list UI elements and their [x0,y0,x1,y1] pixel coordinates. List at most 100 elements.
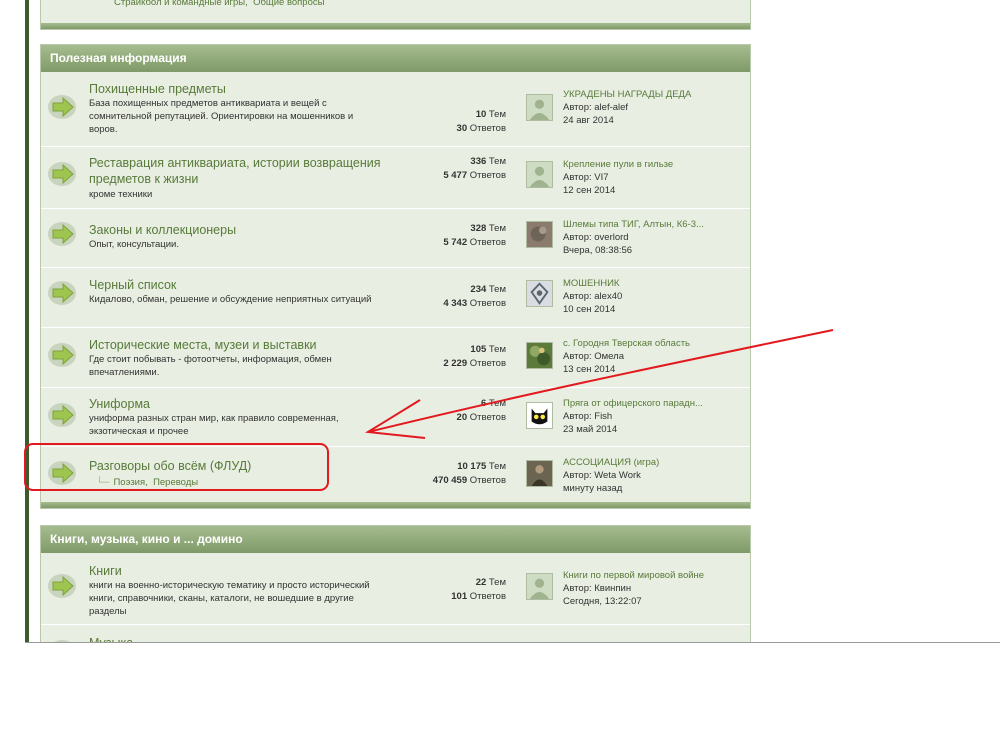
forum-arrow-icon[interactable] [47,280,78,306]
forum-title-link[interactable]: Законы и коллекционеры [89,222,409,238]
forum-arrow-icon[interactable] [47,460,78,486]
last-post-author[interactable]: Автор: Fish [563,410,743,423]
forum-page: Страйкбол и командные игры, Общие вопрос… [0,0,1000,642]
forum-row: Униформа униформа разных стран мир, как п… [41,388,750,447]
last-post-info: УКРАДЕНЫ НАГРАДЫ ДЕДА Автор: alef-alef 24 … [563,88,743,127]
forum-stats: 6 Тем 20 Ответов [406,397,506,424]
last-post-author[interactable]: Автор: alex40 [563,290,743,303]
forum-title-link[interactable]: Разговоры обо всём (ФЛУД) [89,458,409,474]
forum-arrow-icon[interactable] [47,161,78,187]
last-post-author[interactable]: Автор: Омела [563,350,743,363]
forum-arrow-icon[interactable] [47,342,78,368]
posts-label: Ответов [469,169,506,181]
forum-title-link[interactable]: Черный список [89,277,409,293]
last-post-author[interactable]: Автор: VI7 [563,171,743,184]
topics-label: Тем [488,156,506,167]
last-post-author[interactable]: Автор: overlord [563,231,743,244]
forum-arrow-icon[interactable] [47,94,78,120]
topics-label: Тем [488,398,506,409]
forum-description: кроме техники [89,189,153,200]
forum-row: Музыка [41,625,750,642]
forum-arrow-icon[interactable] [47,573,78,599]
forum-title-link[interactable]: Книги [89,563,409,579]
last-post-title-link[interactable]: Шлемы типа ТИГ, Алтын, К6-3... [563,218,743,231]
forum-row: Разговоры обо всём (ФЛУД) └─ Поэзия, Перев… [41,447,750,505]
forum-title-link[interactable]: Униформа [89,396,409,412]
last-post-title-link[interactable]: УКРАДЕНЫ НАГРАДЫ ДЕДА [563,88,743,101]
default-avatar[interactable] [526,573,553,600]
forum-stats: 328 Тем 5 742 Ответов [406,222,506,249]
forum-title-link[interactable]: Музыка [89,635,409,642]
last-post-info: АССОЦИАЦИЯ (игра) Автор: Weta Work минуту … [563,456,743,495]
topics-count: 22 [475,577,487,588]
section-header[interactable]: Полезная информация [41,45,750,72]
forum-stats: 10 Тем 30 Ответов [406,108,506,135]
last-post-title-link[interactable]: с. Городня Тверская область [563,337,743,350]
last-post-title-link[interactable]: МОШЕННИК [563,277,743,290]
subforum-link[interactable]: Поэзия [113,477,145,488]
forum-row: Похищенные предметы База похищенных предм… [41,72,750,147]
topics-count: 10 [475,109,487,120]
topics-label: Тем [488,223,506,234]
last-post-date: 23 май 2014 [563,424,618,435]
section-footer-bar [41,502,750,508]
posts-count: 4 343 [443,297,468,309]
last-post-info: с. Городня Тверская область Автор: Омела 1… [563,337,743,376]
forum-arrow-icon[interactable] [47,402,78,428]
cat-avatar[interactable] [526,402,553,429]
last-post-date: минуту назад [563,483,623,494]
forum-description: книги на военно-историческую тематику и … [89,580,370,617]
last-post-title-link[interactable]: АССОЦИАЦИЯ (игра) [563,456,743,469]
last-post-info: Книги по первой мировой войне Автор: Квин… [563,569,743,608]
subforum-link[interactable]: Переводы [153,477,198,488]
topics-count: 336 [470,156,487,167]
forum-arrow-icon[interactable] [47,221,78,247]
topics-count: 328 [470,223,487,234]
page-left-border [25,0,29,642]
nature-avatar[interactable] [526,342,553,369]
last-post-author[interactable]: Автор: Квинпин [563,582,743,595]
posts-count: 5 742 [443,236,468,248]
topics-label: Тем [488,461,506,472]
forum-stats: 10 175 Тем 470 459 Ответов [406,460,506,487]
topics-count: 6 [480,398,487,409]
forum-title-link[interactable]: Похищенные предметы [89,81,409,97]
default-avatar[interactable] [526,161,553,188]
posts-label: Ответов [469,122,506,134]
subforum-link-airsoft[interactable]: Страйкбол и командные игры [114,0,245,8]
previous-subforums: Страйкбол и командные игры, Общие вопрос… [114,0,324,8]
default-avatar[interactable] [526,94,553,121]
posts-label: Ответов [469,411,506,423]
forum-row: Реставрация антиквариата, истории возвра… [41,147,750,209]
last-post-date: 12 сен 2014 [563,185,616,196]
posts-count: 30 [456,122,468,134]
forum-title-link[interactable]: Исторические места, музеи и выставки [89,337,409,353]
subforum-link-general[interactable]: Общие вопросы [253,0,324,8]
last-post-info: Шлемы типа ТИГ, Алтын, К6-3... Автор: ove… [563,218,743,257]
section-books-music: Книги, музыка, кино и ... домино Книги кн… [40,525,751,642]
photo-avatar[interactable] [526,221,553,248]
last-post-title-link[interactable]: Крепление пули в гильзе [563,158,743,171]
last-post-info: МОШЕННИК Автор: alex40 10 сен 2014 [563,277,743,316]
person-avatar[interactable] [526,460,553,487]
section-useful-info: Полезная информация Похищенные предметы Б… [40,44,751,509]
section-header[interactable]: Книги, музыка, кино и ... домино [41,526,750,553]
last-post-title-link[interactable]: Пряга от офицерского парадн... [563,397,743,410]
topics-label: Тем [488,284,506,295]
forum-title-link[interactable]: Реставрация антиквариата, истории возвра… [89,155,409,187]
last-post-author[interactable]: Автор: Weta Work [563,469,743,482]
posts-count: 20 [456,411,468,423]
forum-stats: 22 Тем 101 Ответов [406,576,506,603]
posts-count: 2 229 [443,357,468,369]
posts-count: 101 [451,590,468,602]
posts-label: Ответов [469,474,506,486]
emblem-avatar[interactable] [526,280,553,307]
last-post-info: Крепление пули в гильзе Автор: VI7 12 сен … [563,158,743,197]
last-post-date: 13 сен 2014 [563,364,616,375]
last-post-author[interactable]: Автор: alef-alef [563,101,743,114]
last-post-info: Пряга от офицерского парадн... Автор: Fis… [563,397,743,436]
topics-count: 10 175 [457,461,487,472]
posts-count: 5 477 [443,169,468,181]
posts-label: Ответов [469,357,506,369]
last-post-title-link[interactable]: Книги по первой мировой войне [563,569,743,582]
